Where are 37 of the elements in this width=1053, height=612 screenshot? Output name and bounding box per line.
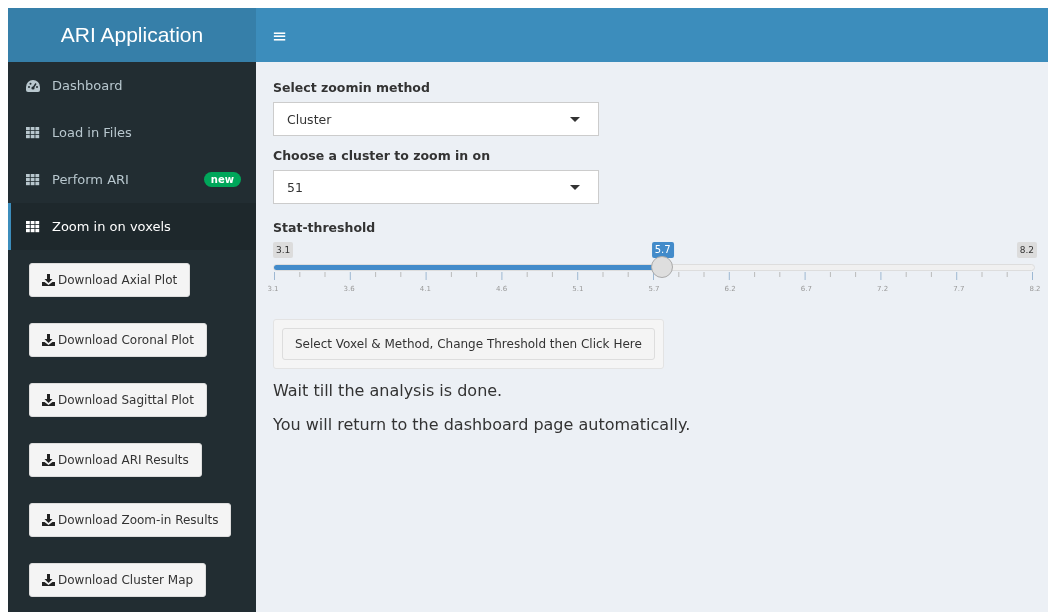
field-label: Select zoomin method: [273, 80, 431, 95]
grid-icon: [26, 173, 40, 186]
download-icon: [42, 334, 55, 346]
value-label: 5.7: [651, 242, 674, 258]
run-button[interactable]: Select Voxel & Method, Change Threshold then Click Here: [282, 328, 655, 360]
grid-icon: [26, 220, 40, 233]
max-label: 8.2: [1016, 242, 1037, 258]
download-button[interactable]: Download Axial Plot: [29, 263, 191, 297]
field-label: Choose a cluster to zoom in on: [273, 148, 492, 163]
download-icon: [42, 274, 55, 286]
caret-icon: [570, 184, 580, 190]
app-logo: ARI Application: [8, 8, 256, 62]
select-field[interactable]: 51: [273, 170, 599, 204]
field-label: Stat-threshold: [273, 220, 377, 235]
download-button[interactable]: Download Sagittal Plot: [29, 383, 207, 417]
sidebar-item[interactable]: Perform ARI new: [8, 156, 256, 203]
slider-thumb[interactable]: [650, 256, 673, 278]
download-button[interactable]: Download Zoom-in Results: [29, 503, 232, 537]
sidebar-item[interactable]: Zoom in on voxels: [8, 203, 256, 250]
download-icon: [42, 514, 55, 526]
download-icon: [42, 454, 55, 466]
menu-toggle[interactable]: ≡: [272, 24, 288, 46]
sidebar-item[interactable]: Dashboard: [8, 62, 256, 109]
download-icon: [42, 394, 55, 406]
sidebar-item[interactable]: Load in Files: [8, 109, 256, 156]
status-message: Wait till the analysis is done.: [273, 380, 504, 402]
status-message: You will return to the dashboard page automatically.: [273, 414, 692, 436]
download-button[interactable]: Download Cluster Map: [29, 563, 207, 597]
min-label: 3.1: [273, 242, 294, 258]
download-icon: [42, 574, 55, 586]
gauge-icon: [26, 79, 40, 92]
caret-icon: [570, 116, 580, 122]
new-badge: new: [203, 172, 241, 187]
download-button[interactable]: Download ARI Results: [29, 443, 202, 477]
grid-icon: [26, 126, 40, 139]
select-field[interactable]: Cluster: [273, 102, 599, 136]
download-button[interactable]: Download Coronal Plot: [29, 323, 207, 357]
